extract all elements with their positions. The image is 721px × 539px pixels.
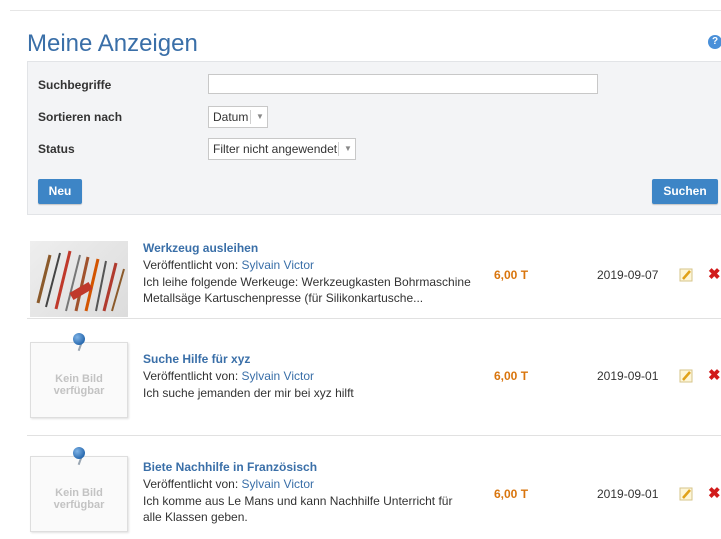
delete-icon[interactable]: ✖ bbox=[708, 486, 721, 501]
delete-icon[interactable]: ✖ bbox=[708, 368, 721, 383]
status-select-value: Filter nicht angewendet bbox=[213, 142, 338, 156]
listing-meta: Veröffentlicht von: Sylvain Victor bbox=[143, 258, 314, 272]
published-label: Veröffentlicht von: bbox=[143, 477, 239, 491]
search-label: Suchbegriffe bbox=[38, 78, 112, 92]
listing-image[interactable] bbox=[30, 241, 128, 317]
listing-date: 2019-09-07 bbox=[597, 268, 659, 282]
author-link[interactable]: Sylvain Victor bbox=[242, 369, 314, 383]
listing-description: Ich leihe folgende Werkeuge: Werkzeugkas… bbox=[143, 275, 471, 305]
new-button[interactable]: Neu bbox=[38, 179, 82, 204]
page-title: Meine Anzeigen bbox=[27, 30, 198, 57]
listing-row: Kein Bild verfügbar Biete Nachhilfe in F… bbox=[27, 436, 721, 539]
placeholder-text: Kein Bild verfügbar bbox=[53, 487, 105, 511]
listing-meta: Veröffentlicht von: Sylvain Victor bbox=[143, 369, 314, 383]
pencil-edit-icon[interactable] bbox=[679, 369, 693, 383]
listing-date: 2019-09-01 bbox=[597, 369, 659, 383]
listing-date: 2019-09-01 bbox=[597, 487, 659, 501]
page: Meine Anzeigen ? Suchbegriffe Sortieren … bbox=[0, 0, 721, 539]
listing-title[interactable]: Biete Nachhilfe in Französisch bbox=[143, 460, 317, 474]
sort-label: Sortieren nach bbox=[38, 110, 123, 124]
sort-select-value: Datum bbox=[213, 110, 249, 124]
author-link[interactable]: Sylvain Victor bbox=[242, 477, 314, 491]
tools-image bbox=[36, 250, 125, 312]
listing-title[interactable]: Suche Hilfe für xyz bbox=[143, 352, 250, 366]
chevron-down-icon: ▼ bbox=[256, 112, 264, 121]
published-label: Veröffentlicht von: bbox=[143, 258, 239, 272]
top-divider bbox=[10, 10, 721, 11]
published-label: Veröffentlicht von: bbox=[143, 369, 239, 383]
listing-price: 6,00 T bbox=[494, 487, 529, 501]
search-button[interactable]: Suchen bbox=[652, 179, 718, 204]
sort-select[interactable]: Datum ▼ bbox=[208, 106, 268, 128]
no-image-placeholder: Kein Bild verfügbar bbox=[30, 447, 128, 532]
chevron-down-icon: ▼ bbox=[344, 144, 352, 153]
pushpin-icon bbox=[73, 447, 85, 459]
status-select[interactable]: Filter nicht angewendet ▼ bbox=[208, 138, 356, 160]
status-label: Status bbox=[38, 142, 75, 156]
listing-row: Werkzeug ausleihen Veröffentlicht von: S… bbox=[27, 233, 721, 318]
help-icon[interactable]: ? bbox=[708, 35, 721, 49]
delete-icon[interactable]: ✖ bbox=[708, 267, 721, 282]
no-image-placeholder: Kein Bild verfügbar bbox=[30, 333, 128, 418]
listing-price: 6,00 T bbox=[494, 268, 529, 282]
pushpin-icon bbox=[73, 333, 85, 345]
listing-row: Kein Bild verfügbar Suche Hilfe für xyz … bbox=[27, 319, 721, 435]
filter-panel: Suchbegriffe Sortieren nach Datum ▼ Stat… bbox=[27, 61, 721, 215]
placeholder-text: Kein Bild verfügbar bbox=[53, 373, 105, 397]
listing-description: Ich komme aus Le Mans und kann Nachhilfe… bbox=[143, 494, 453, 524]
listing-price: 6,00 T bbox=[494, 369, 529, 383]
pencil-edit-icon[interactable] bbox=[679, 487, 693, 501]
search-input[interactable] bbox=[208, 74, 598, 94]
listing-title[interactable]: Werkzeug ausleihen bbox=[143, 241, 258, 255]
listing-meta: Veröffentlicht von: Sylvain Victor bbox=[143, 477, 314, 491]
pencil-edit-icon[interactable] bbox=[679, 268, 693, 282]
author-link[interactable]: Sylvain Victor bbox=[242, 258, 314, 272]
listing-description: Ich suche jemanden der mir bei xyz hilft bbox=[143, 386, 354, 400]
